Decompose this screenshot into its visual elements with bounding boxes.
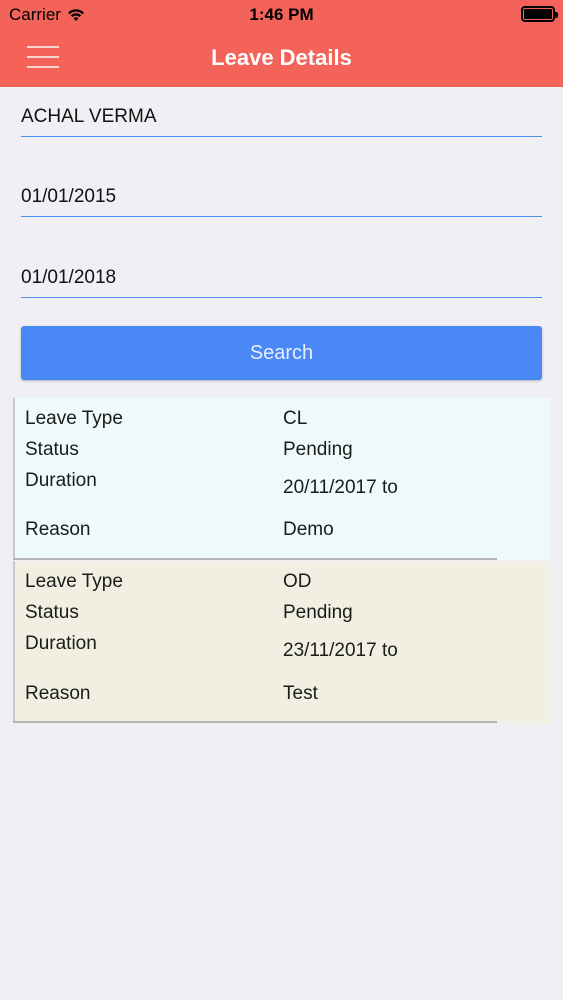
search-button[interactable]: Search xyxy=(21,326,542,380)
reason-value: Test xyxy=(283,683,318,704)
navigation-bar: Leave Details xyxy=(0,30,563,87)
reason-label: Reason xyxy=(25,519,91,540)
battery-icon xyxy=(521,6,558,22)
reason-label: Reason xyxy=(25,683,91,704)
leave-type-label: Leave Type xyxy=(25,408,123,429)
duration-value: 23/11/2017 to xyxy=(283,640,398,661)
leave-type-label: Leave Type xyxy=(25,571,123,592)
clock: 1:46 PM xyxy=(249,5,314,24)
status-value: Pending xyxy=(283,439,353,460)
status-bar: Carrier 1:46 PM xyxy=(0,0,563,30)
leave-type-value: CL xyxy=(283,408,308,429)
status-label: Status xyxy=(25,439,79,460)
status-value: Pending xyxy=(283,602,353,623)
leave-card[interactable]: Leave Type OD Status Pending Duration 23… xyxy=(13,561,550,723)
duration-value: 20/11/2017 to xyxy=(283,477,398,498)
page-title: Leave Details xyxy=(211,45,352,70)
from-date-field[interactable] xyxy=(21,177,542,217)
duration-label: Duration xyxy=(25,633,97,654)
employee-name-field[interactable] xyxy=(21,97,542,137)
leave-type-value: OD xyxy=(283,571,312,592)
app-header: Carrier 1:46 PM Leave Details xyxy=(0,0,563,87)
leave-card[interactable]: Leave Type CL Status Pending Duration 20… xyxy=(13,398,550,560)
to-date-field[interactable] xyxy=(21,258,542,298)
status-label: Status xyxy=(25,602,79,623)
duration-label: Duration xyxy=(25,470,97,491)
reason-value: Demo xyxy=(283,519,334,540)
